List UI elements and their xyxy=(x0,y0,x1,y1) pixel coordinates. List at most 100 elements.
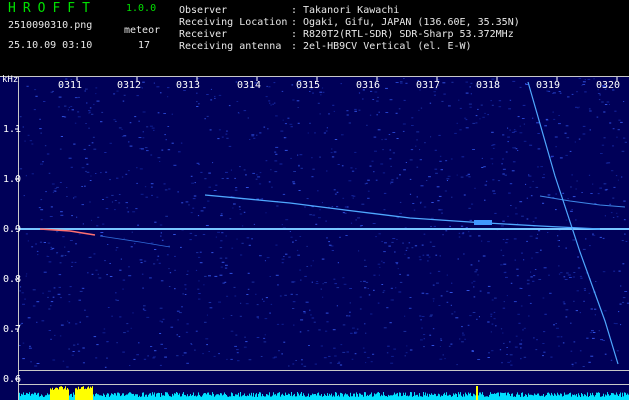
noise-speck xyxy=(484,112,486,114)
meter-bar xyxy=(347,394,348,400)
noise-speck xyxy=(192,198,196,200)
noise-speck xyxy=(402,123,406,125)
noise-speck xyxy=(530,271,532,273)
noise-speck xyxy=(560,336,563,338)
noise-speck xyxy=(136,182,138,184)
noise-speck xyxy=(260,356,263,357)
noise-speck xyxy=(421,292,425,294)
meter-bar xyxy=(239,396,240,400)
noise-speck xyxy=(423,233,426,235)
freq-label: 1.0 xyxy=(3,174,22,185)
noise-speck xyxy=(502,168,506,170)
noise-speck xyxy=(602,340,605,341)
noise-speck xyxy=(160,232,162,234)
noise-speck xyxy=(334,355,337,357)
meter-bar xyxy=(258,393,259,400)
noise-speck xyxy=(419,259,422,261)
noise-speck xyxy=(589,129,591,131)
noise-speck xyxy=(439,155,442,157)
noise-speck xyxy=(129,122,132,124)
noise-speck xyxy=(208,275,211,277)
meter-bar xyxy=(41,394,42,400)
noise-speck xyxy=(523,259,525,261)
meter-bar xyxy=(279,392,280,400)
noise-speck xyxy=(405,162,407,163)
noise-speck xyxy=(274,160,278,162)
noise-speck xyxy=(555,146,557,148)
noise-speck xyxy=(236,238,238,240)
noise-speck xyxy=(89,180,92,181)
noise-speck xyxy=(526,279,530,281)
meter-bar xyxy=(294,393,295,400)
noise-speck xyxy=(19,290,21,292)
noise-speck xyxy=(403,78,405,79)
meter-bar xyxy=(449,394,450,400)
noise-speck xyxy=(500,225,504,227)
meter-bar xyxy=(62,387,63,400)
noise-speck xyxy=(471,203,474,205)
noise-speck xyxy=(111,194,114,196)
noise-speck xyxy=(255,293,257,295)
meter-bar xyxy=(455,393,456,400)
meter-bar xyxy=(53,390,54,400)
noise-speck xyxy=(500,249,502,251)
meter-bar xyxy=(475,395,476,400)
noise-speck xyxy=(139,168,143,170)
noise-speck xyxy=(109,276,113,277)
meter-bar xyxy=(470,392,471,400)
noise-speck xyxy=(279,163,283,165)
meter-bar xyxy=(595,395,596,400)
meter-bar xyxy=(469,393,470,400)
noise-speck xyxy=(507,215,509,217)
noise-speck xyxy=(514,346,518,348)
meter-bar xyxy=(119,393,120,400)
noise-speck xyxy=(517,116,520,118)
noise-speck xyxy=(263,337,266,339)
noise-speck xyxy=(34,89,37,91)
noise-speck xyxy=(71,215,73,217)
noise-speck xyxy=(21,292,24,294)
meter-bar xyxy=(552,394,553,400)
info-row-location: Receiving Location: Ogaki, Gifu, JAPAN (1… xyxy=(179,17,520,28)
noise-speck xyxy=(404,253,406,255)
meter-bar xyxy=(172,393,173,400)
noise-speck xyxy=(150,346,153,347)
noise-speck xyxy=(373,289,375,291)
noise-speck xyxy=(309,91,311,92)
noise-speck xyxy=(29,345,31,347)
noise-speck xyxy=(621,176,623,178)
noise-speck xyxy=(440,169,443,171)
noise-speck xyxy=(309,214,312,216)
noise-speck xyxy=(540,249,542,251)
noise-speck xyxy=(86,171,90,173)
noise-speck xyxy=(22,126,24,128)
meter-bar xyxy=(150,393,151,400)
noise-speck xyxy=(333,110,335,112)
meter-bar xyxy=(522,392,523,400)
noise-speck xyxy=(123,237,125,239)
noise-speck xyxy=(225,133,228,135)
meter-bar xyxy=(34,392,35,400)
noise-speck xyxy=(579,312,581,314)
noise-speck xyxy=(68,301,71,303)
noise-speck xyxy=(614,110,617,112)
noise-speck xyxy=(562,301,565,303)
noise-speck xyxy=(565,316,568,318)
noise-speck xyxy=(390,362,394,364)
meter-bar xyxy=(106,394,107,400)
meter-bar xyxy=(421,396,422,400)
noise-speck xyxy=(219,274,223,276)
noise-speck xyxy=(376,114,378,116)
noise-speck xyxy=(184,284,187,286)
noise-speck xyxy=(422,254,425,256)
noise-speck xyxy=(623,137,626,139)
meter-bar xyxy=(396,393,397,400)
noise-speck xyxy=(316,281,319,282)
meter-bar xyxy=(203,393,204,400)
noise-speck xyxy=(91,273,94,275)
noise-speck xyxy=(116,247,119,249)
noise-speck xyxy=(67,251,70,253)
noise-speck xyxy=(52,296,55,298)
noise-speck xyxy=(554,136,558,138)
meter-bar xyxy=(530,394,531,400)
